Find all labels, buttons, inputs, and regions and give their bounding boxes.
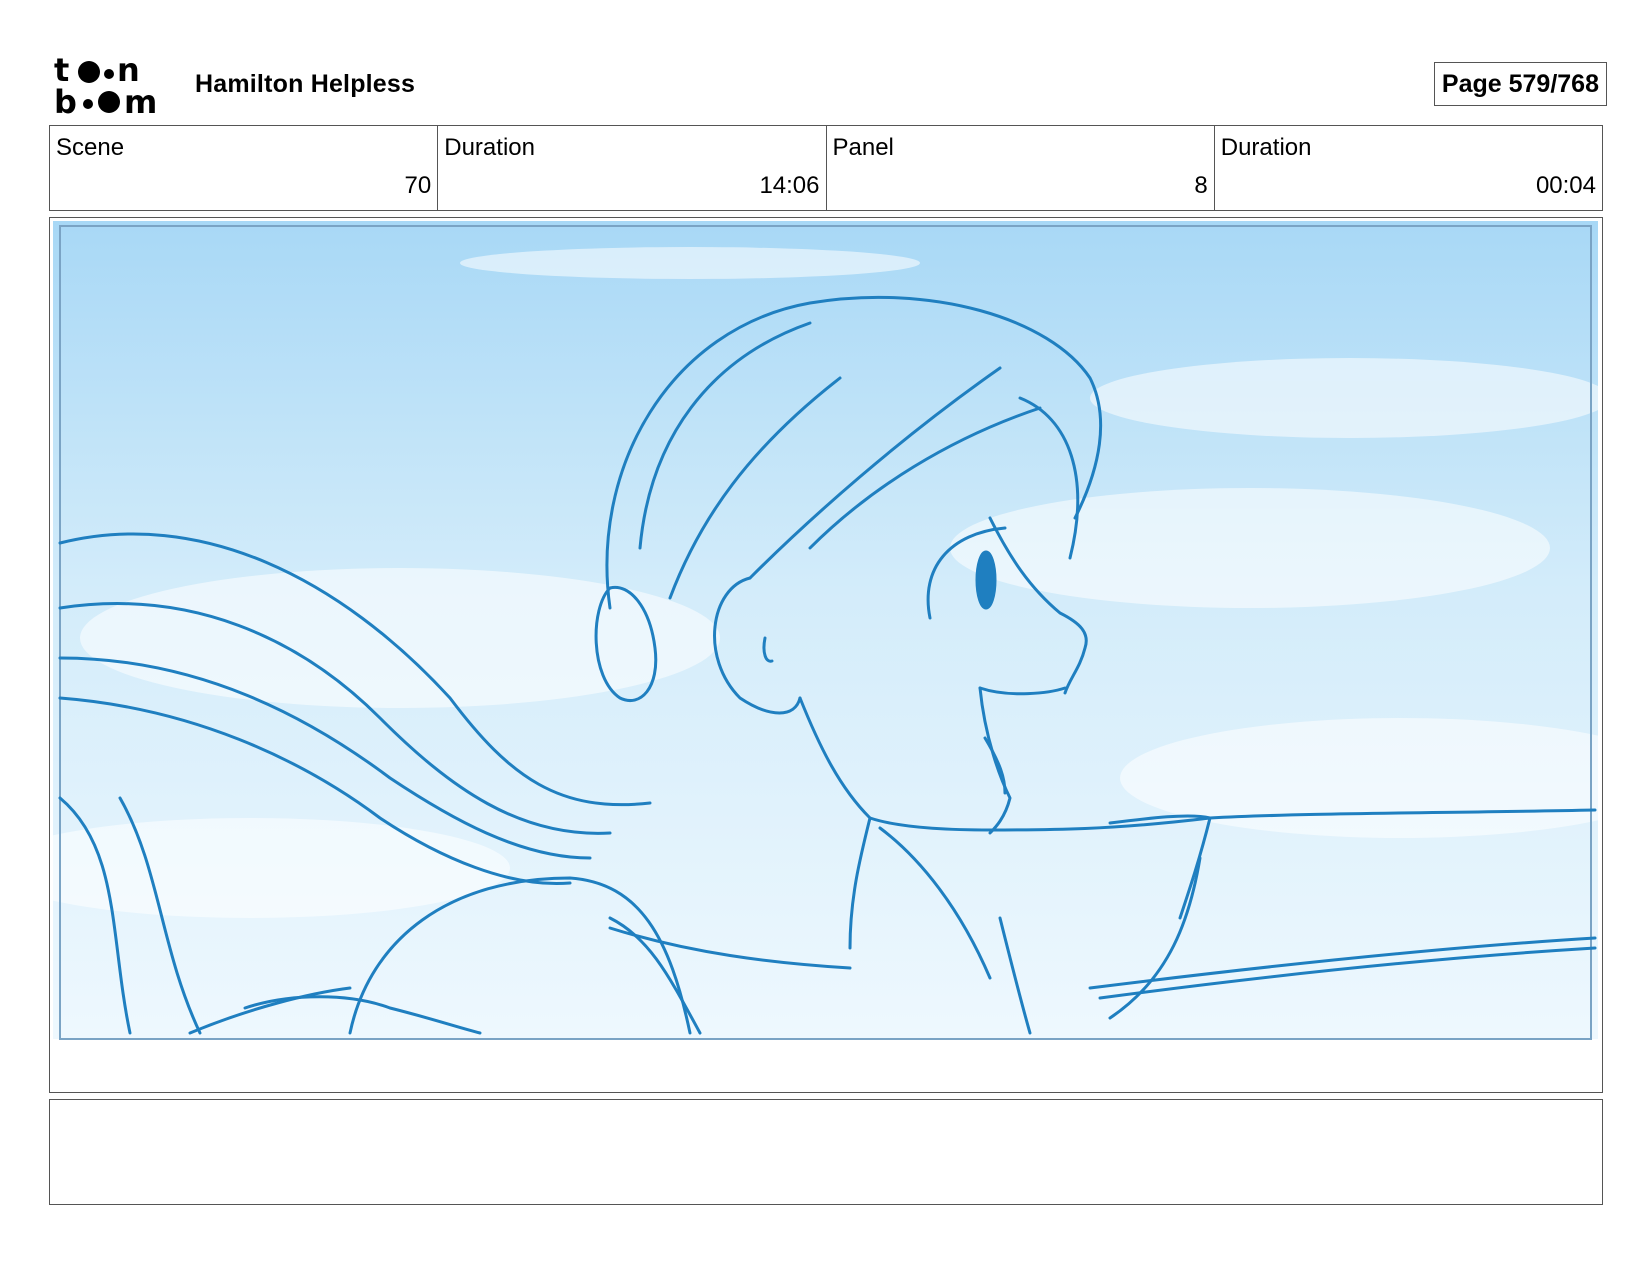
svg-text:m: m [124,83,157,116]
scene-duration-cell: Duration 14:06 [438,126,827,210]
project-title: Hamilton Helpless [195,70,416,98]
scene-value: 70 [404,172,432,199]
toon-boom-logo: t n b m [54,54,172,116]
panel-cell: Panel 8 [827,126,1215,210]
storyboard-panel-image [49,217,1603,1093]
panel-duration-label: Duration [1220,134,1312,161]
panel-duration-cell: Duration 00:04 [1215,126,1602,210]
panel-info-row: Scene 70 Duration 14:06 Panel 8 Duration… [49,125,1603,211]
svg-text:b: b [54,83,77,116]
panel-label: Panel [832,134,894,161]
scene-duration-value: 14:06 [759,172,820,199]
page-label: Page 579/768 [1441,69,1599,98]
panel-notes-box [49,1099,1603,1205]
page-indicator: Page 579/768 [1433,62,1607,106]
scene-cell: Scene 70 [50,126,439,210]
scene-label: Scene [56,134,125,161]
panel-duration-value: 00:04 [1535,172,1596,199]
scene-duration-label: Duration [444,134,535,161]
panel-value: 8 [1194,172,1208,199]
